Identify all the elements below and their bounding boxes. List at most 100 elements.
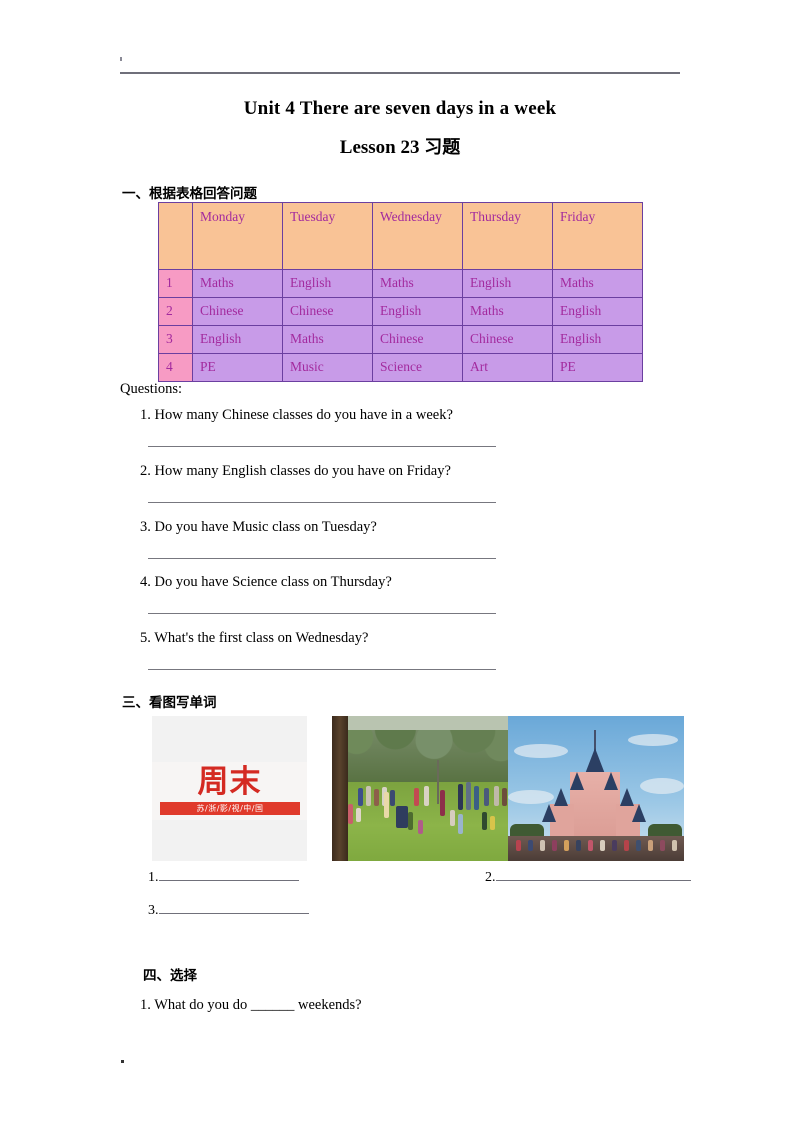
table-row: 3 English Maths Chinese Chinese English (158, 325, 643, 354)
table-header-friday: Friday (552, 202, 643, 270)
park-person (418, 820, 423, 834)
table-header-monday: Monday (192, 202, 283, 270)
castle-main-spire (585, 748, 605, 774)
section-one-heading: 一、根据表格回答问题 (122, 186, 257, 202)
castle-theme-park-image (508, 716, 684, 861)
park-person (358, 788, 363, 806)
castle-crowd (508, 836, 684, 861)
table-header-row: Monday Tuesday Wednesday Thursday Friday (158, 202, 643, 270)
choice-question-1: 1. What do you do ______ weekends? (140, 997, 362, 1013)
answer-line-5[interactable] (148, 669, 496, 670)
table-cell: English (282, 269, 373, 298)
table-cell: Maths (192, 269, 283, 298)
crowd-person (612, 840, 617, 851)
park-person (482, 812, 487, 830)
cloud (628, 734, 678, 746)
header-margin-mark (120, 57, 122, 61)
park-person (408, 812, 413, 830)
blank-write-line[interactable] (158, 880, 299, 881)
page-title: Unit 4 There are seven days in a week (243, 98, 557, 119)
picture-word-blank-3: 3. (148, 903, 309, 919)
picture-word-blank-2: 2. (485, 870, 691, 886)
park-person (356, 808, 361, 822)
question-item-5: 5. What's the first class on Wednesday? (140, 630, 369, 646)
blank-label: 1. (148, 870, 159, 885)
footer-margin-mark (121, 1060, 124, 1063)
park-person (390, 790, 395, 806)
table-row: 1 Maths English Maths English Maths (158, 269, 643, 298)
castle-spire (554, 788, 568, 806)
table-cell: Science (372, 353, 463, 382)
picture-word-blank-1: 1. (148, 870, 299, 886)
blank-write-line[interactable] (495, 880, 691, 881)
table-row-number: 3 (158, 325, 193, 354)
timetable-body: 1 Maths English Maths English Maths 2 Ch… (158, 269, 643, 382)
table-row-number: 4 (158, 353, 193, 382)
table-cell: Chinese (372, 325, 463, 354)
logo-subtitle: 苏/浙/影/视/中/国 (160, 802, 300, 815)
lesson-label: Lesson 23 (339, 137, 425, 158)
table-cell: PE (552, 353, 643, 382)
park-person (374, 789, 379, 806)
park-person (424, 786, 429, 806)
park-with-people-image (332, 716, 508, 861)
answer-line-3[interactable] (148, 558, 496, 559)
timetable-header: Monday Tuesday Wednesday Thursday Friday (158, 202, 643, 270)
answer-line-4[interactable] (148, 613, 496, 614)
table-cell: Maths (372, 269, 463, 298)
park-person (396, 806, 408, 828)
crowd-person (516, 840, 521, 851)
cloud (508, 790, 554, 804)
section-three-heading: 三、看图写单词 (122, 695, 217, 711)
park-person (484, 788, 489, 806)
table-row: 4 PE Music Science Art PE (158, 353, 643, 382)
crowd-person (672, 840, 677, 851)
header-rule (120, 72, 680, 74)
park-sky (332, 716, 508, 730)
table-row: 2 Chinese Chinese English Maths English (158, 297, 643, 326)
blank-label: 3. (148, 903, 159, 918)
questions-label: Questions: (120, 381, 183, 397)
park-person (466, 782, 471, 810)
table-corner-cell (158, 202, 193, 270)
answer-line-1[interactable] (148, 446, 496, 447)
table-cell: Chinese (462, 325, 553, 354)
crowd-person (624, 840, 629, 851)
crowd-person (552, 840, 557, 851)
castle-spire (542, 804, 556, 822)
table-cell: Maths (462, 297, 553, 326)
crowd-person (660, 840, 665, 851)
crowd-person (636, 840, 641, 851)
crowd-person (540, 840, 545, 851)
park-pole (437, 760, 439, 804)
crowd-person (648, 840, 653, 851)
park-person (458, 814, 463, 834)
question-item-1: 1. How many Chinese classes do you have … (140, 407, 453, 423)
table-cell: Maths (282, 325, 373, 354)
table-cell: English (192, 325, 283, 354)
park-person (450, 810, 455, 826)
table-cell: PE (192, 353, 283, 382)
park-person (490, 816, 495, 830)
table-cell: English (552, 325, 643, 354)
park-person (414, 788, 419, 806)
table-cell: Chinese (192, 297, 283, 326)
crowd-person (528, 840, 533, 851)
question-item-3: 3. Do you have Music class on Tuesday? (140, 519, 377, 535)
question-item-4: 4. Do you have Science class on Thursday… (140, 574, 392, 590)
park-person (366, 786, 371, 806)
crowd-person (576, 840, 581, 851)
park-person (348, 804, 353, 824)
table-cell: English (372, 297, 463, 326)
castle-spire (604, 772, 618, 790)
table-row-number: 1 (158, 269, 193, 298)
crowd-person (600, 840, 605, 851)
crowd-person (588, 840, 593, 851)
park-person (502, 788, 507, 806)
crowd-person (564, 840, 569, 851)
blank-write-line[interactable] (158, 913, 309, 914)
park-person (384, 792, 389, 818)
answer-line-2[interactable] (148, 502, 496, 503)
table-header-thursday: Thursday (462, 202, 553, 270)
table-cell: Chinese (282, 297, 373, 326)
